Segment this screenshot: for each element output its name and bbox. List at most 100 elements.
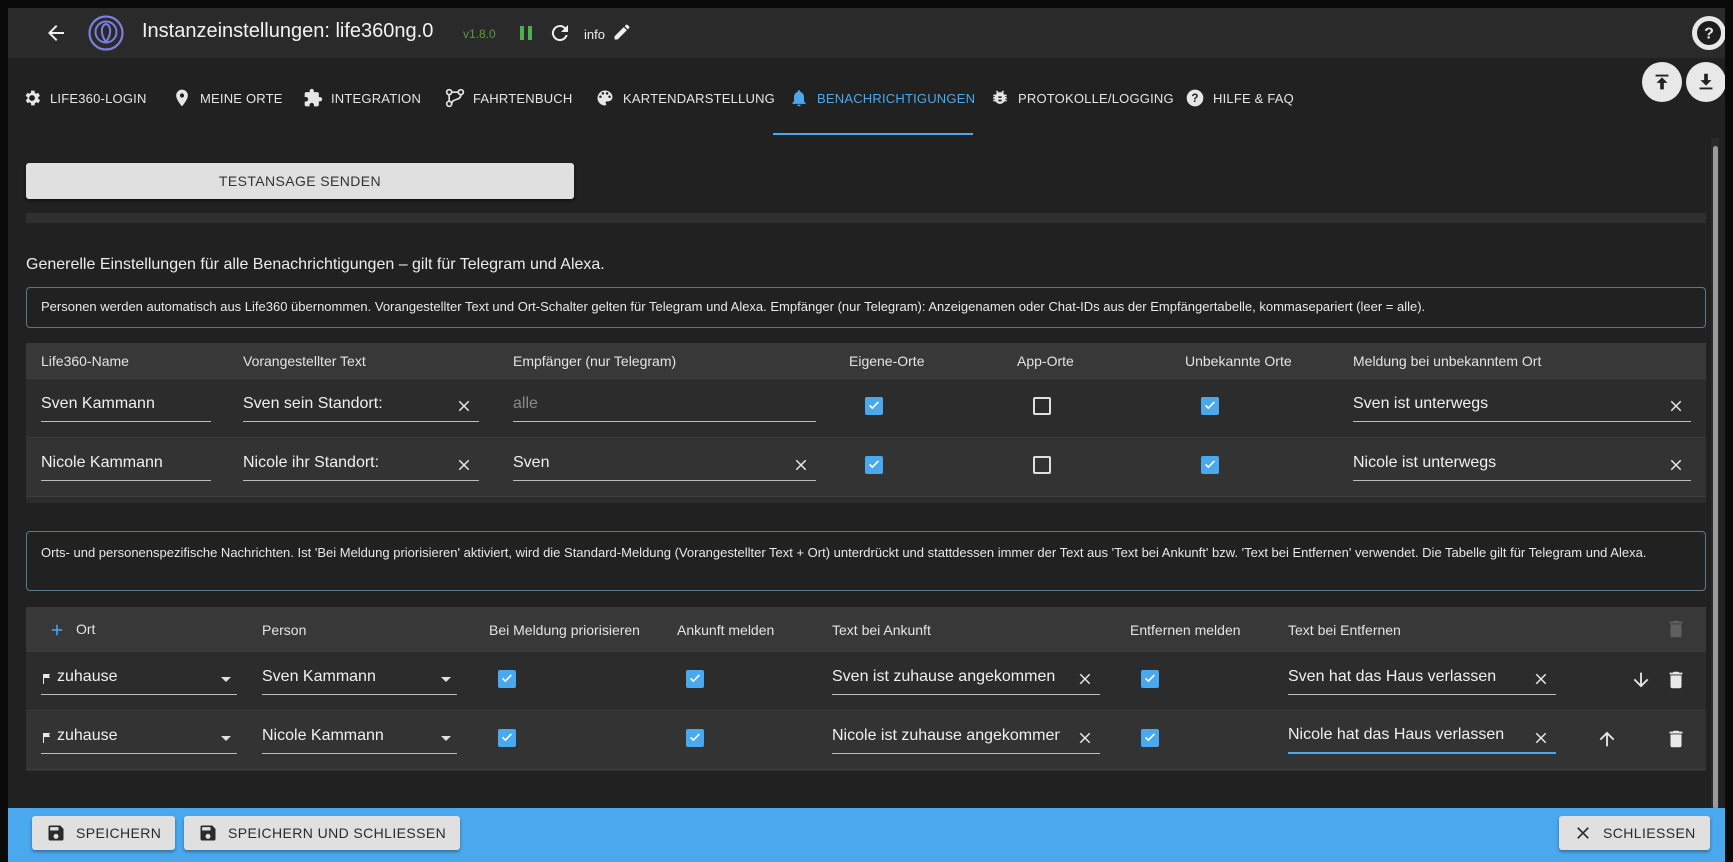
tab-hilfe-faq[interactable]: ? HILFE & FAQ [1185,58,1294,138]
check-icon [502,674,512,683]
tab-kartendarstellung[interactable]: KARTENDARSTELLUNG [595,58,775,138]
app-places-checkbox[interactable] [1033,456,1051,474]
life360-name-field[interactable]: Nicole Kammann [41,449,211,481]
tab-protokolle-logging[interactable]: PROTOKOLLE/LOGGING [990,58,1174,138]
log-level-label: info [584,27,605,42]
header-leave-text: Text bei Entfernen [1288,622,1401,638]
clear-icon[interactable] [1532,729,1550,747]
prioritize-checkbox[interactable] [498,670,516,688]
arrow-down-icon[interactable] [1630,669,1652,691]
info-box-persons: Personen werden automatisch aus Life360 … [26,287,1706,328]
location-pin-icon [176,89,188,107]
tab-fahrtenbuch[interactable]: FAHRTENBUCH [445,58,572,138]
table-row: zuhause Nicole Kammann Nicole ist zuhaus… [26,712,1706,770]
flag-icon [43,674,50,684]
download-icon [1699,73,1713,90]
prioritize-checkbox[interactable] [498,729,516,747]
unknown-message-field[interactable]: Nicole ist unterwegs [1353,449,1691,481]
page-title: Instanzeinstellungen: life360ng.0 [142,20,434,42]
unknown-message-field[interactable]: Sven ist unterwegs [1353,390,1691,422]
tab-meine-orte[interactable]: MEINE ORTE [172,58,283,138]
pause-icon[interactable] [517,24,535,42]
close-button[interactable]: SCHLIESSEN [1559,816,1710,850]
route-icon [445,88,465,108]
place-select[interactable]: zuhause [41,663,237,695]
delete-all-icon[interactable] [1665,618,1687,640]
clear-icon[interactable] [1667,397,1685,415]
clear-icon[interactable] [1076,670,1094,688]
tab-bar: LIFE360-LOGIN MEINE ORTE INTEGRATION FAH… [8,58,1628,138]
person-select[interactable]: Sven Kammann [262,663,457,695]
reload-icon[interactable] [548,21,572,45]
title-bar: Instanzeinstellungen: life360ng.0 v1.8.0… [8,8,1725,58]
table-row: zuhause Sven Kammann Sven ist zuhause an… [26,653,1706,711]
tab-label: BENACHRICHTIGUNGEN [817,90,976,106]
table-header: Life360-Name Vorangestellter Text Empfän… [26,343,1706,379]
check-icon [1145,674,1155,683]
tab-label: LIFE360-LOGIN [50,90,147,106]
arrival-checkbox[interactable] [686,670,704,688]
info-box-places: Orts- und personenspezifische Nachrichte… [26,531,1706,591]
upload-button[interactable] [1642,62,1682,102]
unknown-places-checkbox[interactable] [1201,456,1219,474]
own-places-checkbox[interactable] [865,397,883,415]
section-divider [26,213,1706,223]
arrow-up-icon[interactable] [1596,728,1618,750]
delete-icon[interactable] [1665,669,1687,691]
test-announcement-button[interactable]: TESTANSAGE SENDEN [26,163,574,199]
help-button[interactable]: ? [1692,16,1725,50]
recipient-field[interactable]: alle [513,390,816,422]
tab-label: FAHRTENBUCH [473,90,573,106]
clear-icon[interactable] [1667,456,1685,474]
arrival-checkbox[interactable] [686,729,704,747]
save-and-close-button[interactable]: SPEICHERN UND SCHLIESSEN [184,816,461,850]
add-icon[interactable] [48,621,66,639]
back-arrow-icon[interactable] [44,21,68,45]
leave-text-field[interactable]: Sven hat das Haus verlassen [1288,663,1556,695]
life360-logo-icon [88,15,124,51]
prefix-text-field[interactable]: Nicole ihr Standort: [243,449,479,481]
unknown-places-checkbox[interactable] [1201,397,1219,415]
clear-icon[interactable] [455,397,473,415]
life360-name-field[interactable]: Sven Kammann [41,390,211,422]
check-icon [1205,460,1215,469]
place-select[interactable]: zuhause [41,722,237,754]
scrollbar-thumb[interactable] [1713,146,1718,809]
check-icon [502,733,512,742]
arrival-text-field[interactable]: Nicole ist zuhause angekommen [832,722,1100,754]
save-button[interactable]: SPEICHERN [32,816,176,850]
general-settings-heading: Generelle Einstellungen für alle Benachr… [26,256,605,273]
tab-life360-login[interactable]: LIFE360-LOGIN [22,58,147,138]
places-table: Ort Person Bei Meldung priorisieren Anku… [26,607,1706,771]
table-header: Ort Person Bei Meldung priorisieren Anku… [26,607,1706,652]
palette-icon [597,90,613,106]
table-row: Sven Kammann Sven sein Standort: alle Sv… [26,380,1706,438]
check-icon [690,674,700,683]
tab-label: INTEGRATION [331,90,422,106]
own-places-checkbox[interactable] [865,456,883,474]
clear-icon[interactable] [1532,670,1550,688]
bell-icon [792,90,806,107]
leave-text-field[interactable]: Nicole hat das Haus verlassen [1288,722,1556,754]
pencil-icon[interactable] [612,22,632,42]
clear-icon[interactable] [792,456,810,474]
download-button[interactable] [1686,62,1725,102]
delete-icon[interactable] [1665,728,1687,750]
clear-icon[interactable] [1076,729,1094,747]
leave-checkbox[interactable] [1141,670,1159,688]
arrival-text-field[interactable]: Sven ist zuhause angekommen [832,663,1100,695]
person-select[interactable]: Nicole Kammann [262,722,457,754]
prefix-text-field[interactable]: Sven sein Standort: [243,390,479,422]
header-prioritize: Bei Meldung priorisieren [489,622,640,638]
header-app-places: App-Orte [1017,353,1074,369]
clear-icon[interactable] [455,456,473,474]
check-icon [1145,733,1155,742]
tab-integration[interactable]: INTEGRATION [303,58,421,138]
app-places-checkbox[interactable] [1033,397,1051,415]
active-tab-indicator [773,133,973,135]
tab-benachrichtigungen[interactable]: BENACHRICHTIGUNGEN [789,58,975,138]
close-label: SCHLIESSEN [1603,825,1696,841]
leave-checkbox[interactable] [1141,729,1159,747]
recipient-field[interactable]: Sven [513,449,816,481]
header-person: Person [262,622,307,638]
